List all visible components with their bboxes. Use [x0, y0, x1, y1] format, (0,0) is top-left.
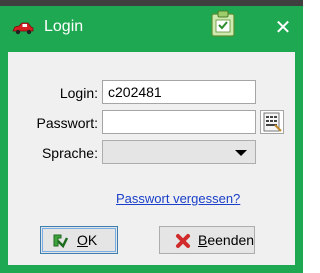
ok-label-rest: K [87, 232, 98, 248]
dialog-client-area: Login: c202481 Passwort: Sprache: Passwo… [8, 52, 295, 265]
login-label: Login: [59, 85, 98, 101]
forgot-password-link[interactable]: Passwort vergessen? [116, 191, 240, 206]
ok-button[interactable]: OK [40, 226, 118, 254]
check-arrow-icon [53, 234, 69, 249]
password-field[interactable] [102, 110, 256, 134]
login-value: c202481 [108, 84, 162, 100]
red-x-icon [176, 234, 190, 248]
close-button[interactable]: ✕ [265, 12, 301, 44]
login-window: Login ✕ Login: c202481 Passwort: Sprache… [0, 6, 303, 273]
login-field[interactable]: c202481 [102, 80, 256, 104]
car-icon [12, 22, 34, 35]
window-title: Login [44, 18, 84, 35]
ok-mnemonic: O [77, 232, 88, 248]
chevron-down-icon [235, 150, 247, 156]
language-dropdown[interactable] [102, 140, 256, 164]
keyboard-button[interactable] [260, 110, 284, 134]
ok-label: OK [77, 232, 97, 248]
end-mnemonic: B [198, 232, 208, 248]
password-label: Passwort: [36, 115, 98, 131]
title-bar[interactable]: Login ✕ [0, 6, 303, 52]
end-button[interactable]: Beenden [159, 226, 255, 254]
close-icon: ✕ [274, 17, 292, 39]
end-label-rest: eenden [207, 232, 255, 248]
end-label: Beenden [198, 232, 254, 248]
language-label: Sprache: [41, 145, 98, 161]
clipboard-icon[interactable] [210, 10, 236, 38]
keyboard-icon [263, 112, 282, 132]
